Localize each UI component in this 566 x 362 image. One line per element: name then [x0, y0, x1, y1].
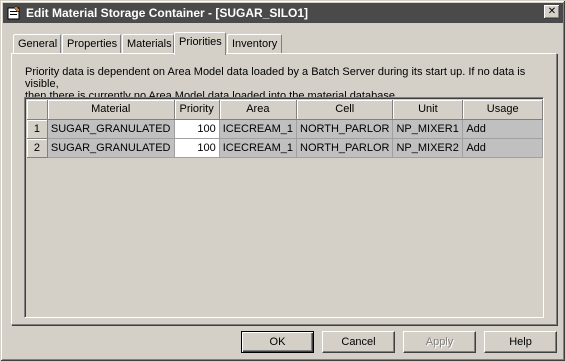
priorities-panel: Priority data is dependent on Area Model… [11, 53, 557, 325]
title-bar[interactable]: Edit Material Storage Container - [SUGAR… [3, 3, 563, 23]
row-header[interactable]: 1 [27, 119, 48, 139]
cell-unit[interactable]: NP_MIXER1 [392, 119, 464, 139]
column-header-unit[interactable]: Unit [392, 100, 464, 120]
tab-label: Materials [127, 38, 172, 50]
table-row[interactable]: 2 SUGAR_GRANULATED 100 ICECREAM_1 NORTH_… [27, 138, 543, 158]
tab-label: Priorities [179, 36, 222, 48]
cell-area[interactable]: ICECREAM_1 [219, 138, 298, 158]
cell-usage[interactable]: Add [462, 138, 543, 158]
cell-material[interactable]: SUGAR_GRANULATED [47, 138, 175, 158]
cell-material[interactable]: SUGAR_GRANULATED [47, 119, 175, 139]
apply-button[interactable]: Apply [403, 331, 476, 353]
tab-label: General [18, 38, 58, 50]
description-line: Priority data is dependent on Area Model… [25, 66, 526, 90]
column-header-area[interactable]: Area [219, 100, 298, 120]
dialog-button-bar: OK Cancel Apply Help [1, 331, 566, 355]
ok-button[interactable]: OK [241, 331, 314, 353]
cell-priority[interactable]: 100 [174, 138, 220, 158]
row-header[interactable]: 2 [27, 138, 48, 158]
column-header-priority[interactable]: Priority [174, 100, 220, 120]
close-icon: ✕ [547, 6, 557, 17]
grid-header-row: Material Priority Area Cell Unit Usage [27, 100, 543, 120]
cell-cell[interactable]: NORTH_PARLOR [296, 138, 394, 158]
tab-properties[interactable]: Properties [62, 34, 121, 54]
tab-label: Properties [67, 38, 118, 50]
container-icon [6, 5, 22, 21]
cancel-button[interactable]: Cancel [322, 331, 395, 353]
grid-corner-header[interactable] [27, 100, 48, 120]
tab-priorities[interactable]: Priorities [174, 32, 226, 55]
cell-usage[interactable]: Add [462, 119, 543, 139]
help-button[interactable]: Help [484, 331, 557, 353]
tab-label: Inventory [232, 38, 278, 50]
dialog-window: Edit Material Storage Container - [SUGAR… [0, 0, 566, 362]
table-row[interactable]: 1 SUGAR_GRANULATED 100 ICECREAM_1 NORTH_… [27, 119, 543, 139]
column-header-material[interactable]: Material [47, 100, 175, 120]
cell-priority[interactable]: 100 [174, 119, 220, 139]
tab-inventory[interactable]: Inventory [227, 34, 282, 54]
priorities-grid[interactable]: Material Priority Area Cell Unit Usage 1… [24, 97, 544, 318]
cell-area[interactable]: ICECREAM_1 [219, 119, 298, 139]
column-header-usage[interactable]: Usage [462, 100, 543, 120]
cell-unit[interactable]: NP_MIXER2 [392, 138, 464, 158]
column-header-cell[interactable]: Cell [296, 100, 394, 120]
window-title: Edit Material Storage Container - [SUGAR… [26, 6, 309, 20]
tab-general[interactable]: General [13, 34, 61, 54]
close-button[interactable]: ✕ [544, 5, 560, 19]
cell-cell[interactable]: NORTH_PARLOR [296, 119, 394, 139]
tab-materials[interactable]: Materials [122, 34, 174, 54]
